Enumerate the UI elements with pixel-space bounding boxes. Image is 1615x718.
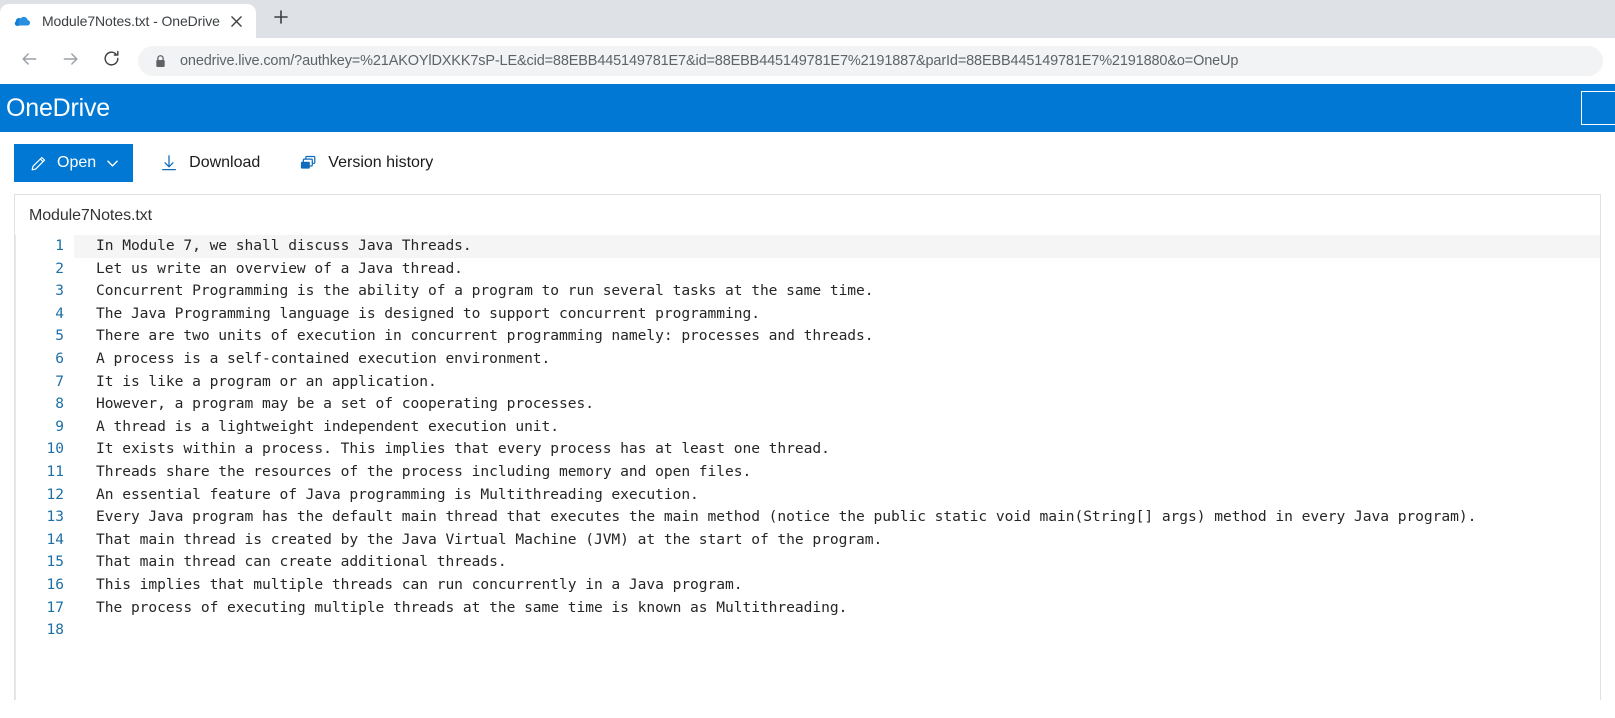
line-number: 1 xyxy=(55,238,64,254)
line-number: 18 xyxy=(46,622,64,639)
arrow-right-icon xyxy=(61,49,81,74)
download-arrow-icon xyxy=(159,153,179,173)
code-line-row: 5 There are two units of execution in con… xyxy=(16,325,1600,348)
line-text: The Java Programming language is designe… xyxy=(96,304,760,322)
browser-chrome: Module7Notes.txt - OneDrive onedrive.liv… xyxy=(0,0,1615,84)
line-number: 11 xyxy=(46,463,64,480)
viewer-filename: Module7Notes.txt xyxy=(29,207,152,224)
line-number: 3 xyxy=(55,283,64,300)
code-line-row: 10 It exists within a process. This impli… xyxy=(16,438,1600,461)
line-number: 2 xyxy=(55,260,64,277)
address-bar[interactable]: onedrive.live.com/?authkey=%21AKOYlDXKK7… xyxy=(138,46,1603,76)
code-line-row: 9 A thread is a lightweight independent e… xyxy=(16,416,1600,439)
code-line-row: 1 In Module 7, we shall discuss Java Thre… xyxy=(16,235,1600,258)
version-history-icon xyxy=(298,153,318,173)
code-line-row: 12 An essential feature of Java programmi… xyxy=(16,484,1600,507)
line-text: A process is a self-contained execution … xyxy=(96,349,551,367)
line-number: 12 xyxy=(46,486,64,503)
line-number: 16 xyxy=(46,576,64,593)
code-line-row: 16 This implies that multiple threads can… xyxy=(16,574,1600,597)
line-text: The process of executing multiple thread… xyxy=(96,598,848,616)
plus-icon xyxy=(274,9,288,29)
code-line-row: 3 Concurrent Programming is the ability o… xyxy=(16,280,1600,303)
line-text: However, a program may be a set of coope… xyxy=(96,395,594,413)
code-line-row: 13 Every Java program has the default mai… xyxy=(16,506,1600,529)
file-viewer-wrapper: Module7Notes.txt 1 In Module 7, we shall … xyxy=(0,194,1615,700)
code-line-row: 7 It is like a program or an application. xyxy=(16,371,1600,394)
line-text: In Module 7, we shall discuss Java Threa… xyxy=(74,235,1600,258)
code-line-row: 17 The process of executing multiple thre… xyxy=(16,597,1600,620)
version-history-button[interactable]: Version history xyxy=(286,144,445,182)
line-number: 6 xyxy=(55,350,64,367)
code-line-row: 4 The Java Programming language is design… xyxy=(16,303,1600,326)
arrow-left-icon xyxy=(19,49,39,74)
line-number: 9 xyxy=(55,418,64,435)
code-line-row: 11 Threads share the resources of the pro… xyxy=(16,461,1600,484)
open-button-label: Open xyxy=(57,154,97,171)
download-button-label: Download xyxy=(189,154,261,171)
download-button[interactable]: Download xyxy=(147,144,272,182)
line-text: Every Java program has the default main … xyxy=(96,508,1477,526)
line-text: That main thread is created by the Java … xyxy=(96,530,883,548)
line-number: 10 xyxy=(46,441,64,458)
line-text: It is like a program or an application. xyxy=(96,372,437,390)
line-text: This implies that multiple threads can r… xyxy=(96,575,743,593)
onedrive-header: OneDrive xyxy=(0,84,1615,132)
back-button[interactable] xyxy=(12,44,46,78)
line-number: 13 xyxy=(46,509,64,526)
code-line-row: 2 Let us write an overview of a Java thre… xyxy=(16,258,1600,281)
line-text: It exists within a process. This implies… xyxy=(96,440,830,458)
command-bar: Open Download Version history xyxy=(0,132,1615,194)
line-number: 4 xyxy=(55,305,64,322)
close-icon[interactable] xyxy=(226,10,248,32)
code-line-list: 1 In Module 7, we shall discuss Java Thre… xyxy=(16,235,1600,700)
onedrive-cloud-icon xyxy=(14,12,32,30)
version-history-button-label: Version history xyxy=(328,154,434,171)
line-number: 7 xyxy=(55,373,64,390)
line-number: 8 xyxy=(55,396,64,413)
address-bar-url: onedrive.live.com/?authkey=%21AKOYlDXKK7… xyxy=(180,53,1239,69)
code-line-row: 14 That main thread is created by the Jav… xyxy=(16,529,1600,552)
line-text: An essential feature of Java programming… xyxy=(96,485,699,503)
new-tab-button[interactable] xyxy=(264,2,298,36)
browser-toolbar: onedrive.live.com/?authkey=%21AKOYlDXKK7… xyxy=(0,38,1615,84)
header-right-partial-control[interactable] xyxy=(1581,91,1615,125)
code-line-row: 8 However, a program may be a set of coop… xyxy=(16,393,1600,416)
line-text: That main thread can create additional t… xyxy=(96,553,507,571)
pencil-icon xyxy=(28,153,48,173)
line-number: 5 xyxy=(55,328,64,345)
forward-button[interactable] xyxy=(54,44,88,78)
line-text: Concurrent Programming is the ability of… xyxy=(96,282,874,300)
browser-tab[interactable]: Module7Notes.txt - OneDrive xyxy=(0,4,256,38)
line-text: A thread is a lightweight independent ex… xyxy=(96,417,560,435)
open-button[interactable]: Open xyxy=(14,144,134,182)
code-area[interactable]: 1 In Module 7, we shall discuss Java Thre… xyxy=(15,235,1600,700)
code-line-row: 15 That main thread can create additional… xyxy=(16,551,1600,574)
line-number: 15 xyxy=(46,554,64,571)
line-text: Threads share the resources of the proce… xyxy=(96,462,752,480)
tab-title: Module7Notes.txt - OneDrive xyxy=(42,13,220,29)
reload-icon xyxy=(102,49,121,73)
code-line-row: 6 A process is a self-contained execution… xyxy=(16,348,1600,371)
line-number: 17 xyxy=(46,599,64,616)
line-text: Let us write an overview of a Java threa… xyxy=(96,259,463,277)
chevron-down-icon xyxy=(105,153,119,173)
code-line-row: 18 xyxy=(16,619,1600,642)
line-text: There are two units of execution in conc… xyxy=(96,327,874,345)
onedrive-brand[interactable]: OneDrive xyxy=(0,94,110,123)
reload-button[interactable] xyxy=(94,44,128,78)
tab-strip: Module7Notes.txt - OneDrive xyxy=(0,0,1615,38)
lock-icon xyxy=(152,53,168,69)
line-number: 14 xyxy=(46,531,64,548)
file-viewer: Module7Notes.txt 1 In Module 7, we shall … xyxy=(14,194,1601,700)
